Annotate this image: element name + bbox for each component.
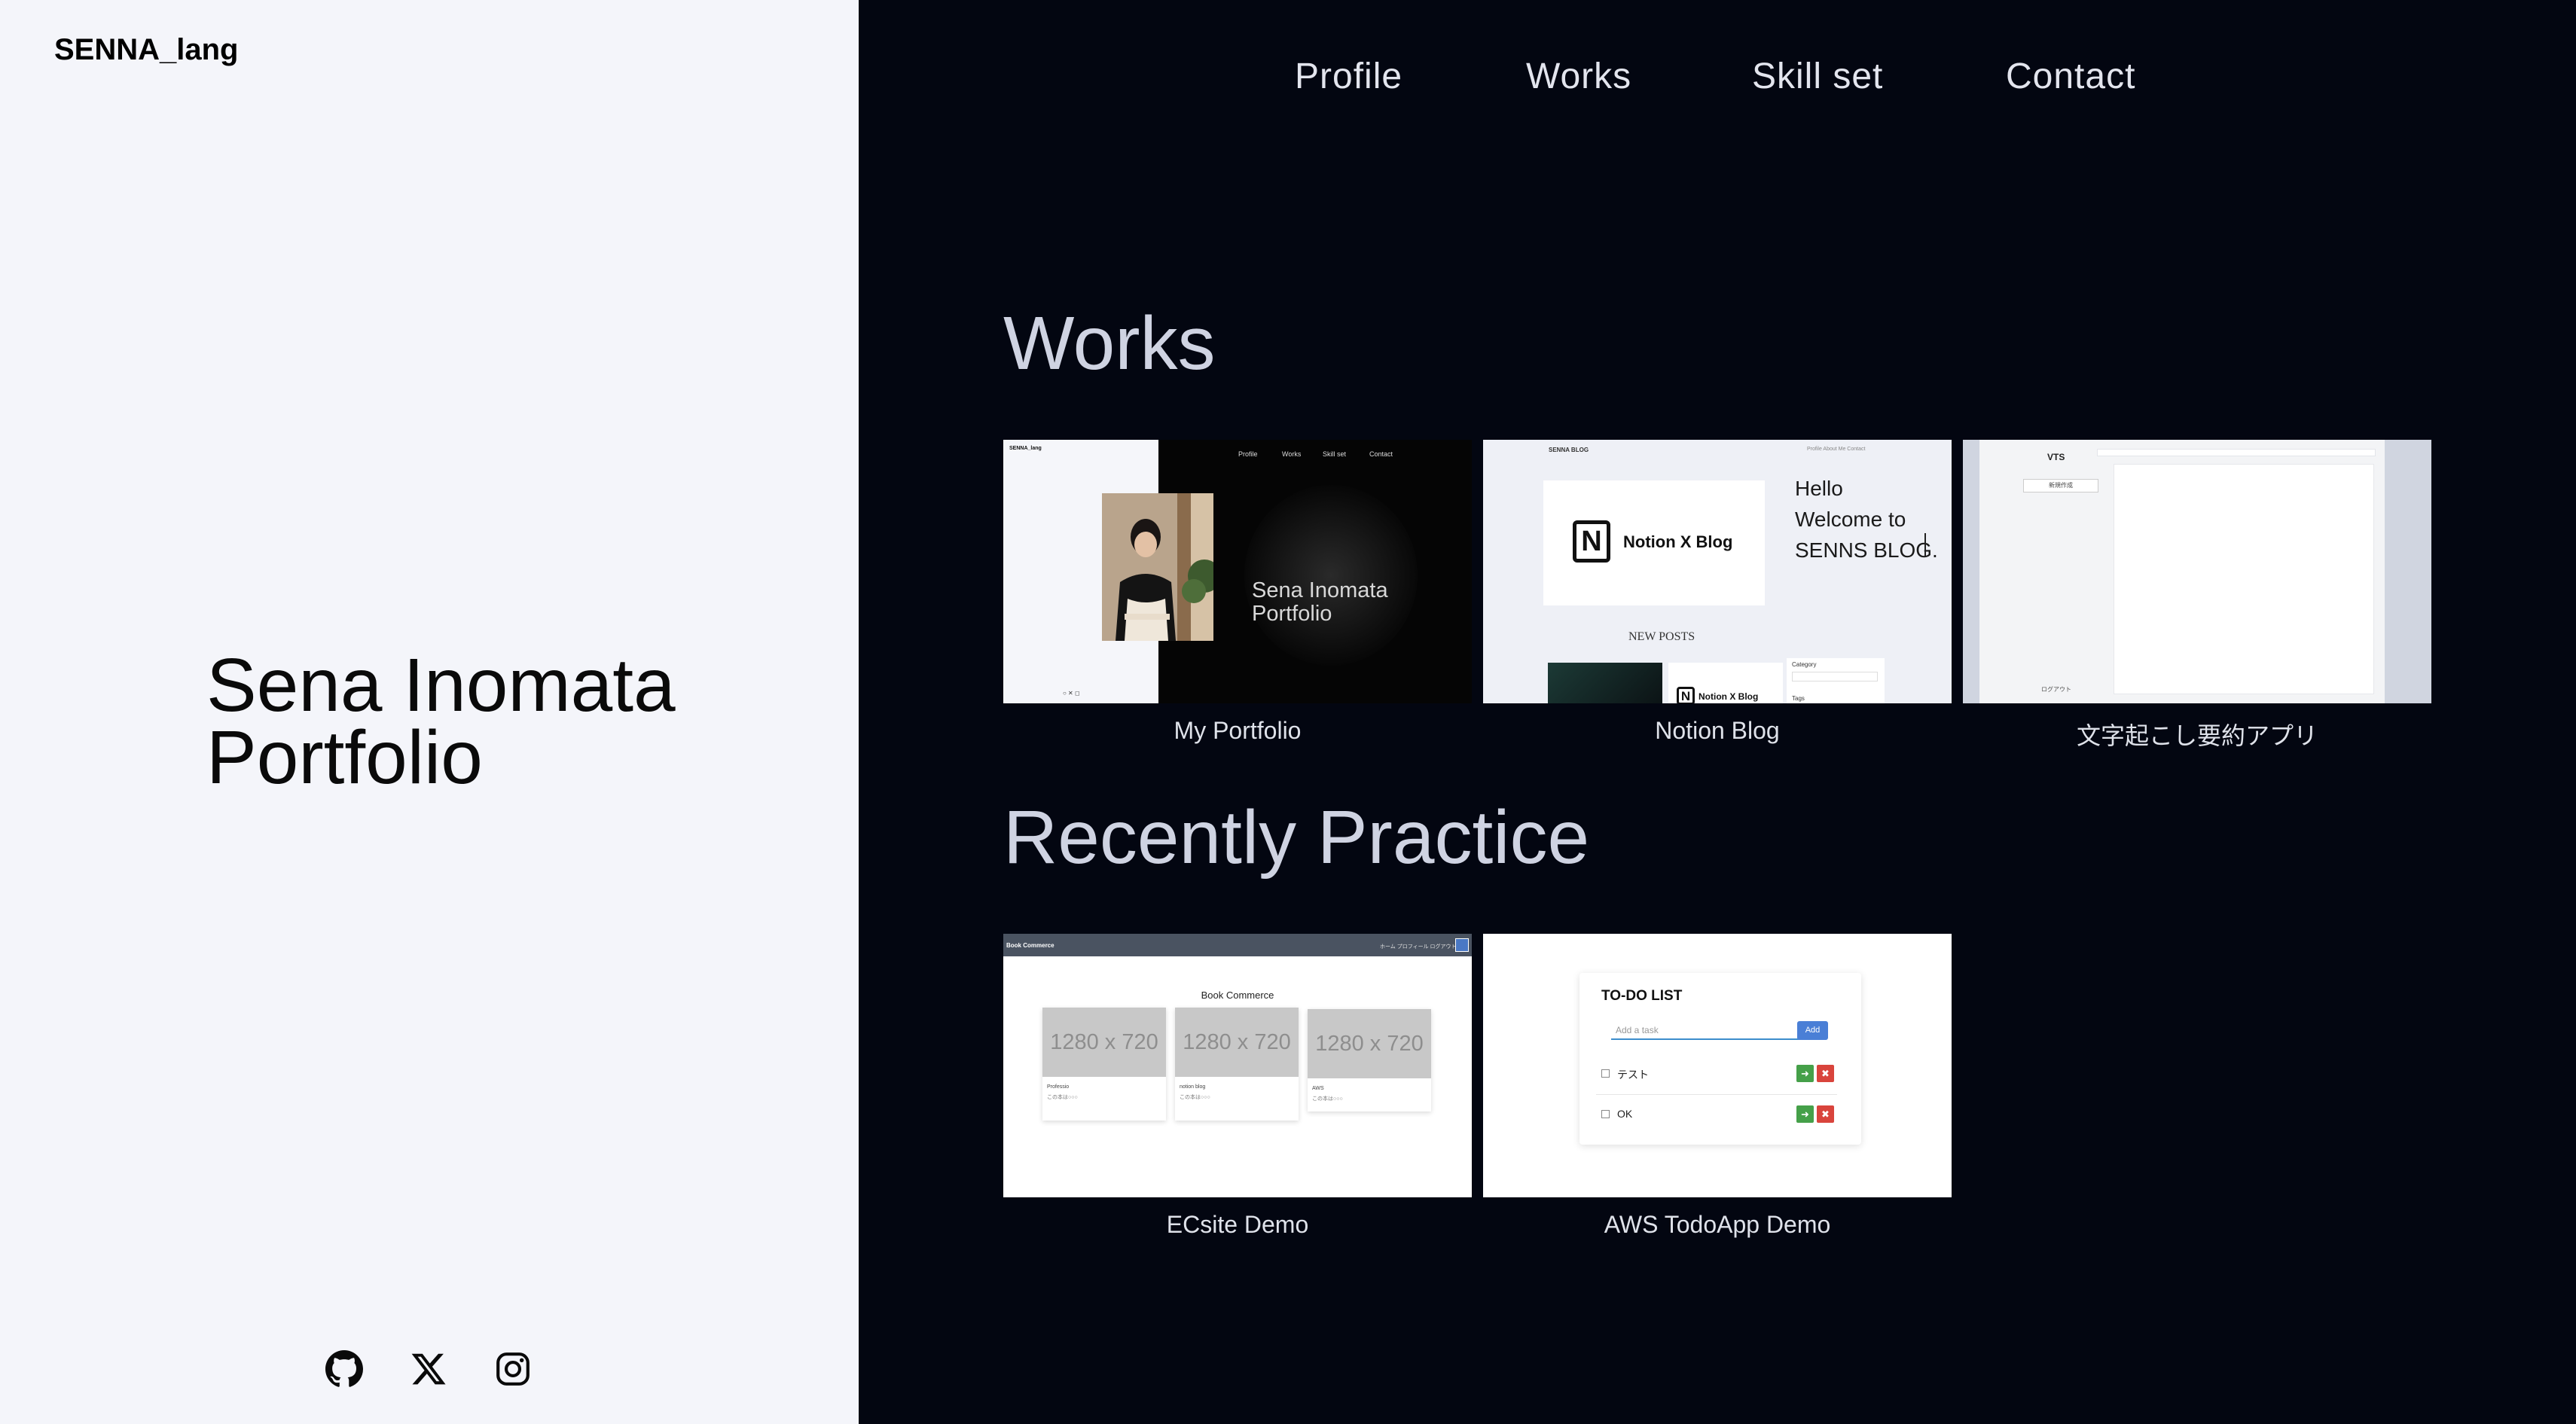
thumb-text-cursor [1924,533,1926,556]
site-logo[interactable]: SENNA_lang [54,33,239,67]
thumb-content-area [2114,464,2374,694]
thumb-blog-card-label: Notion X Blog [1623,532,1733,551]
thumb-book-title-2: notion blog [1180,1084,1206,1090]
hero-title: Sena Inomata Portfolio [206,648,676,795]
thumb-gutter-right [2385,440,2431,703]
work-card-transcription-app[interactable]: VTS 新規作成 ログアウト [1963,440,2431,703]
thumb-book-desc-2: この本は○○○ [1180,1095,1210,1100]
thumb-book-image-2: 1280 x 720 [1175,1008,1299,1077]
practice-card-todoapp[interactable]: TO-DO LIST Add a task Add テスト ➜ ✖ OK ➜ ✖ [1483,934,1952,1197]
notion-small-logo-icon: N [1677,687,1695,703]
thumb-book-title-3: AWS [1312,1086,1324,1091]
thumb-book-desc-1: この本は○○○ [1047,1095,1078,1100]
thumb-blog-brand: SENNA BLOG [1549,447,1589,453]
thumb-app-brand: VTS [2047,452,2065,462]
thumb-task-checkbox-1 [1601,1069,1610,1078]
thumb-ec-avatar [1455,938,1469,952]
thumb-category-select [1792,672,1878,682]
hero-title-line-2: Portfolio [206,715,483,800]
work-card-my-portfolio[interactable]: SENNA_lang Profile Works Skill set Conta… [1003,440,1472,703]
thumb-task-label-2: OK [1617,1108,1633,1120]
thumb-logo: SENNA_lang [1009,446,1042,451]
thumb-nav-skill: Skill set [1323,450,1347,458]
thumb-blog-hello: Hello Welcome to SENNS BLOG. [1795,473,1938,566]
thumb-logout: ログアウト [2041,686,2071,693]
work-card-notion-blog[interactable]: SENNA BLOG Profile About Me Contact N No… [1483,440,1952,703]
nav-contact[interactable]: Contact [2006,56,2135,97]
x-link[interactable] [407,1348,450,1390]
thumb-todo-title: TO-DO LIST [1601,988,1683,1004]
thumb-task-divider [1596,1094,1837,1095]
thumb-nav-works: Works [1282,450,1302,458]
practice-card-ecsite[interactable]: Book Commerce ホーム プロフィール ログアウト Book Comm… [1003,934,1472,1197]
thumb-hero-line-1: Sena Inomata [1252,578,1388,602]
thumb-task-label-1: テスト [1617,1069,1649,1081]
thumb-new-chat-button: 新規作成 [2023,479,2098,492]
thumb-hero-title: Sena Inomata Portfolio [1252,579,1388,626]
thumb-todo-add-button: Add [1797,1021,1828,1040]
thumb-post-label: Notion X Blog [1699,691,1759,702]
thumb-ec-heading: Book Commerce [1201,989,1274,1001]
thumb-nav-contact: Contact [1369,450,1393,458]
thumb-hero-line-2: Portfolio [1252,602,1332,626]
thumb-new-posts: NEW POSTS [1628,630,1695,643]
notion-logo-icon: N [1573,520,1610,563]
thumb-nav-profile: Profile [1238,450,1258,458]
thumb-post-image-1 [1548,663,1662,703]
thumb-todo-placeholder: Add a task [1616,1025,1659,1035]
thumb-book-image-1: 1280 x 720 [1042,1008,1166,1077]
portrait-photo [1102,493,1213,641]
thumb-book-desc-3: この本は○○○ [1312,1096,1343,1102]
thumb-hello-line-3: SENNS BLOG. [1795,538,1938,562]
github-icon [325,1350,363,1387]
x-icon [411,1353,446,1385]
thumb-app-topbar [2097,449,2376,456]
nav-skill-set[interactable]: Skill set [1752,56,1883,97]
thumb-gutter-left [1963,440,1979,703]
thumb-category-label: Category [1792,661,1817,668]
thumb-particles [1244,485,1418,666]
thumb-ec-nav: ホーム プロフィール ログアウト [1380,944,1457,950]
github-link[interactable] [323,1348,365,1390]
nav-profile[interactable]: Profile [1295,56,1402,97]
thumb-hello-line-2: Welcome to [1795,508,1906,531]
work-caption-my-portfolio: My Portfolio [1174,717,1302,744]
thumb-ec-brand: Book Commerce [1006,942,1055,949]
thumb-task-done-icon-2: ➜ [1796,1105,1814,1123]
thumb-tags-label: Tags [1792,695,1805,702]
thumb-task-delete-icon-1: ✖ [1817,1065,1834,1082]
thumb-book-image-3: 1280 x 720 [1308,1009,1431,1078]
works-section-title: Works [1003,301,1216,386]
instagram-link[interactable] [492,1348,534,1390]
thumb-book-title-1: Professio [1047,1084,1070,1090]
thumb-task-delete-icon-2: ✖ [1817,1105,1834,1123]
practice-section-title: Recently Practice [1003,795,1590,880]
work-caption-transcription-app: 文字起こし要約アプリ [2076,722,2318,749]
thumb-task-checkbox-2 [1601,1110,1610,1118]
nav-works[interactable]: Works [1526,56,1631,97]
thumb-social-icons: ○ ✕ ◻ [1063,690,1080,697]
practice-caption-ecsite: ECsite Demo [1166,1211,1309,1238]
thumb-hello-line-1: Hello [1795,477,1843,500]
practice-caption-todoapp: AWS TodoApp Demo [1604,1211,1831,1238]
work-caption-notion-blog: Notion Blog [1655,717,1780,744]
thumb-task-done-icon-1: ➜ [1796,1065,1814,1082]
left-panel: SENNA_lang Sena Inomata Portfolio [0,0,859,1424]
instagram-icon [496,1352,530,1386]
thumb-blog-nav: Profile About Me Contact [1807,447,1866,452]
